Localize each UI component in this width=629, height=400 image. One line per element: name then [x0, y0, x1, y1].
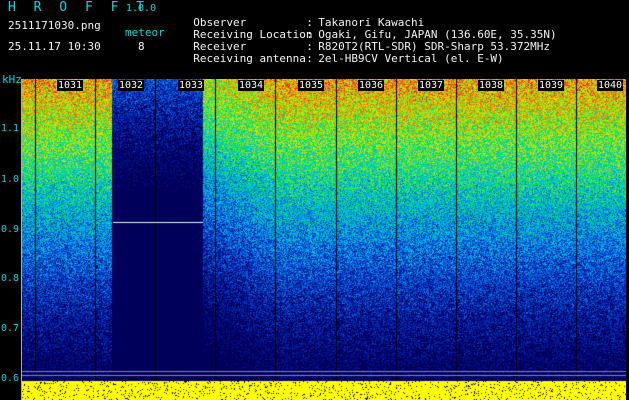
x-tick-label: 1038	[478, 80, 505, 91]
meteor-label: meteor	[125, 26, 165, 39]
meta-antenna: Receiving antenna: 2el-HB9CV Vertical (el…	[180, 41, 504, 65]
y-tick-label: 0.6	[1, 373, 20, 384]
meteor-count: 8	[138, 40, 145, 53]
y-tick-label: 0.9	[1, 224, 20, 235]
meta-colon: :	[306, 52, 313, 65]
x-tick-label: 1033	[178, 80, 205, 91]
x-tick-label: 1037	[418, 80, 445, 91]
x-tick-label: 1032	[118, 80, 145, 91]
y-tick-label: 0.7	[1, 323, 20, 334]
x-tick-label: 1034	[238, 80, 265, 91]
app-version: 1.0.0	[126, 3, 157, 14]
timestamp: 25.11.17 10:30	[8, 40, 101, 53]
y-tick-label: 0.8	[1, 273, 20, 284]
x-tick-label: 1035	[298, 80, 325, 91]
meta-value: 2el-HB9CV Vertical (el. E-W)	[318, 52, 504, 65]
y-tick-label: 1.1	[1, 123, 20, 134]
x-tick-label: 1039	[538, 80, 565, 91]
x-tick-label: 1031	[57, 80, 84, 91]
spectrogram	[21, 79, 626, 400]
y-tick-label: 1.0	[1, 174, 20, 185]
meta-label: Receiving antenna	[193, 52, 306, 65]
file-name: 2511171030.png	[8, 19, 101, 32]
x-tick-label: 1040	[597, 80, 624, 91]
x-tick-label: 1036	[358, 80, 385, 91]
axis-unit-label: kHz	[2, 73, 22, 86]
